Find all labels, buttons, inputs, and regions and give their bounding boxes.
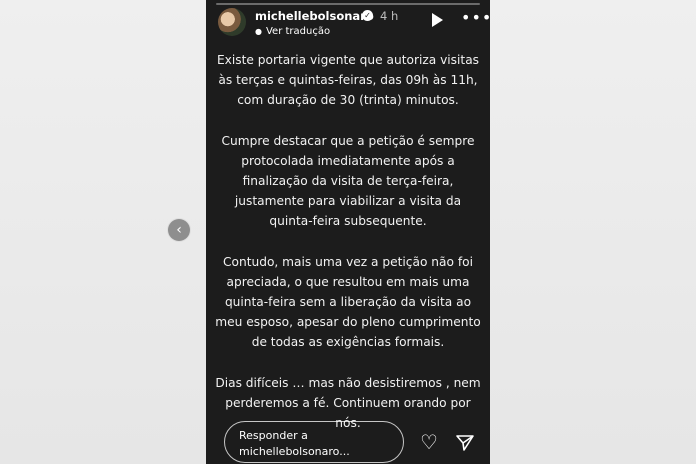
translate-icon: ● [255,26,262,36]
play-icon[interactable] [432,13,443,27]
previous-story-button[interactable]: ‹ [168,219,190,241]
backdrop-right [490,0,696,464]
heart-icon[interactable]: ♡ [420,432,438,452]
story-header: michellebolsonaro ✓ 4 h ● Ver tradução •… [218,8,490,38]
translate-button[interactable]: ● Ver tradução [255,25,330,38]
avatar[interactable] [218,8,246,36]
reply-input[interactable]: Responder a michellebolsonaro... [224,421,404,463]
story-text: Existe portaria vigente que autoriza vis… [214,50,482,454]
story-paragraph: Contudo, mais uma vez a petição não foi … [215,255,481,349]
story-progress-bar [216,3,480,5]
chevron-left-icon: ‹ [176,222,182,238]
timestamp: 4 h [380,9,399,23]
send-icon[interactable] [455,433,475,453]
more-icon[interactable]: ••• [461,10,490,26]
story-paragraph: Cumpre destacar que a petição é sempre p… [221,134,475,228]
username[interactable]: michellebolsonaro [255,9,374,23]
story-paragraph: Existe portaria vigente que autoriza vis… [216,53,480,107]
verified-badge-icon: ✓ [362,10,373,21]
translate-label: Ver tradução [265,26,331,37]
story-viewer[interactable]: michellebolsonaro ✓ 4 h ● Ver tradução •… [206,0,490,464]
